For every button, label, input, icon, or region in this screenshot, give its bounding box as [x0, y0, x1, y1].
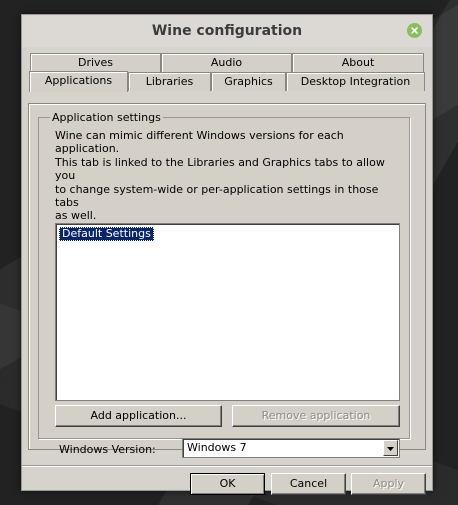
close-button[interactable] — [407, 23, 422, 38]
tab-graphics[interactable]: Graphics — [211, 72, 286, 91]
title-bar[interactable]: Wine configuration — [22, 15, 432, 47]
windows-version-value: Windows 7 — [187, 441, 247, 454]
add-application-button[interactable]: Add application... — [55, 405, 222, 427]
list-item[interactable]: Default Settings — [59, 227, 154, 241]
remove-application-button[interactable]: Remove application — [232, 405, 400, 427]
footer-separator — [22, 465, 432, 467]
tab-desktop-integration[interactable]: Desktop Integration — [286, 72, 425, 91]
tab-about[interactable]: About — [292, 53, 424, 72]
tab-audio[interactable]: Audio — [161, 53, 292, 72]
group-label: Application settings — [50, 111, 163, 124]
wine-config-window: Wine configuration Drives Audio About Ap… — [21, 14, 433, 495]
chevron-down-icon — [387, 447, 394, 451]
apply-button[interactable]: Apply — [351, 473, 426, 495]
tab-libraries[interactable]: Libraries — [128, 72, 211, 91]
close-icon — [411, 27, 418, 34]
window-title: Wine configuration — [151, 23, 303, 39]
windows-version-label: Windows Version: — [59, 443, 156, 456]
tab-applications[interactable]: Applications — [29, 71, 128, 92]
application-list[interactable]: Default Settings — [55, 223, 400, 401]
windows-version-select[interactable]: Windows 7 — [182, 438, 400, 458]
dialog-body: Drives Audio About Applications Librarie… — [22, 47, 432, 495]
description-text: Wine can mimic different Windows version… — [55, 129, 385, 223]
ok-button[interactable]: OK — [190, 473, 265, 495]
dropdown-button[interactable] — [383, 440, 398, 456]
cancel-button[interactable]: Cancel — [271, 473, 346, 495]
tab-drives[interactable]: Drives — [30, 53, 161, 72]
